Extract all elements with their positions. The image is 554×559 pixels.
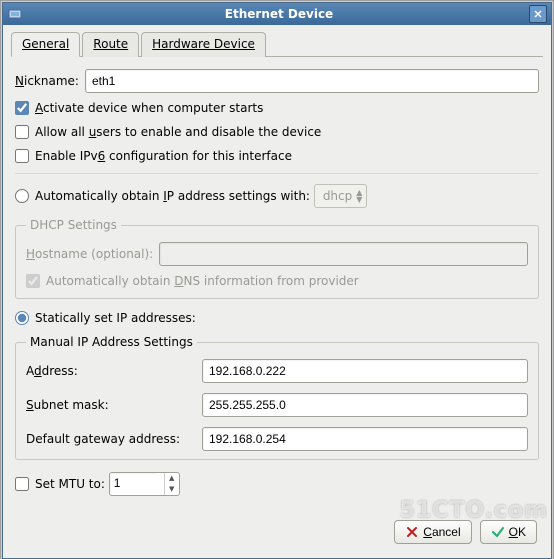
activate-on-start-checkbox[interactable] (15, 101, 29, 115)
dhcp-settings-group: DHCP Settings Hostname (optional): Autom… (15, 218, 539, 299)
static-ip-radio[interactable] (15, 311, 29, 325)
gateway-input[interactable] (202, 427, 528, 451)
mtu-value-input[interactable] (110, 473, 158, 493)
chevron-updown-icon: ▲▼ (356, 189, 362, 203)
activate-on-start-label: Activate device when computer starts (35, 101, 263, 115)
nickname-input[interactable] (85, 69, 539, 93)
tab-hardware-device[interactable]: Hardware Device (141, 32, 266, 57)
ok-button[interactable]: OK (480, 520, 537, 544)
mtu-spinner[interactable]: ▲ ▼ (109, 472, 180, 496)
close-button[interactable] (529, 5, 547, 23)
app-icon (7, 6, 23, 22)
enable-ipv6-label: Enable IPv6 configuration for this inter… (35, 149, 292, 163)
subnet-input[interactable] (202, 393, 528, 417)
auto-ip-method-combo: dhcp ▲▼ (314, 184, 368, 208)
close-icon (534, 10, 542, 18)
auto-ip-radio[interactable] (15, 189, 29, 203)
tab-general[interactable]: General (11, 32, 80, 57)
cancel-icon (405, 525, 419, 539)
enable-ipv6-checkbox[interactable] (15, 149, 29, 163)
allow-users-row: Allow all users to enable and disable th… (15, 125, 539, 139)
mtu-up-arrow-icon[interactable]: ▲ (165, 473, 179, 484)
cancel-button[interactable]: Cancel (394, 520, 471, 544)
dhcp-hostname-label: Hostname (optional): (26, 247, 153, 261)
gateway-label: Default gateway address: (26, 432, 196, 446)
mtu-down-arrow-icon[interactable]: ▼ (165, 484, 179, 495)
activate-on-start-row: Activate device when computer starts (15, 101, 539, 115)
allow-users-label: Allow all users to enable and disable th… (35, 125, 321, 139)
static-ip-label: Statically set IP addresses: (35, 311, 196, 325)
manual-ip-legend: Manual IP Address Settings (26, 335, 197, 349)
titlebar[interactable]: Ethernet Device (3, 3, 551, 25)
ok-icon (491, 525, 505, 539)
address-label: Address: (26, 364, 196, 378)
manual-ip-group: Manual IP Address Settings Address: Subn… (15, 335, 539, 460)
enable-ipv6-row: Enable IPv6 configuration for this inter… (15, 149, 539, 163)
tab-route[interactable]: Route (82, 32, 139, 57)
window-title: Ethernet Device (29, 7, 529, 21)
content-area: General Route Hardware Device Nickname: … (3, 25, 551, 558)
mtu-row: Set MTU to: ▲ ▼ (15, 472, 539, 496)
nickname-label: Nickname: (15, 74, 79, 88)
dialog-footer: Cancel OK (11, 510, 543, 550)
auto-ip-label: Automatically obtain IP address settings… (35, 189, 310, 203)
ethernet-device-dialog: Ethernet Device General Route Hardware D… (2, 2, 552, 559)
allow-users-checkbox[interactable] (15, 125, 29, 139)
auto-dns-label: Automatically obtain DNS information fro… (46, 274, 359, 288)
address-input[interactable] (202, 359, 528, 383)
mtu-label: Set MTU to: (35, 477, 105, 491)
auto-ip-method-value: dhcp (323, 189, 352, 203)
dhcp-hostname-input (159, 242, 528, 266)
tabs: General Route Hardware Device (11, 31, 543, 57)
auto-dns-checkbox (26, 274, 40, 288)
tab-page-general: Nickname: Activate device when computer … (11, 57, 543, 510)
nickname-row: Nickname: (15, 69, 539, 93)
auto-ip-row: Automatically obtain IP address settings… (15, 184, 539, 208)
mtu-checkbox[interactable] (15, 477, 29, 491)
static-ip-row: Statically set IP addresses: (15, 311, 539, 325)
subnet-label: Subnet mask: (26, 398, 196, 412)
dhcp-legend: DHCP Settings (26, 218, 121, 232)
